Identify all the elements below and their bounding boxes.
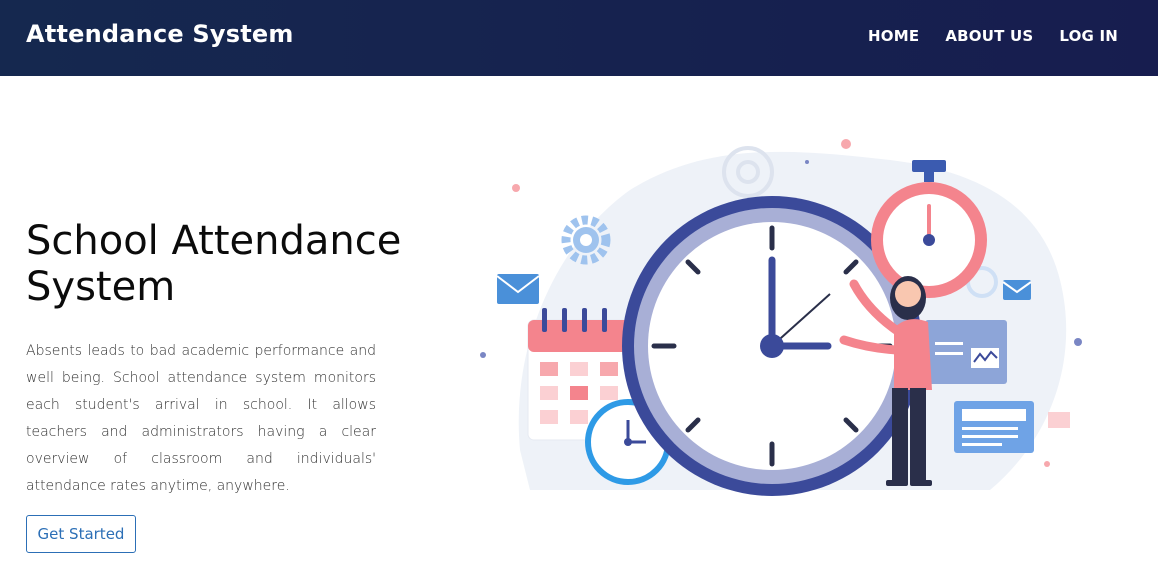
decor-dot [805,160,809,164]
get-started-button[interactable]: Get Started [26,515,136,553]
document-card-icon [954,401,1034,453]
nav-home-link[interactable]: HOME [868,27,919,45]
nav-about-link[interactable]: ABOUT US [945,27,1033,45]
envelope-icon [1002,280,1032,300]
envelope-icon [496,274,540,304]
hero-title: School Attendance System [26,218,402,310]
decor-dot [512,184,520,192]
decor-dot [1044,461,1050,467]
nav-links: HOME ABOUT US LOG IN [868,27,1118,45]
decor-dot [1074,338,1082,346]
hero-illustration [470,120,1110,520]
navbar: Attendance System HOME ABOUT US LOG IN [0,0,1158,76]
decor-dot [841,139,851,149]
hero-description: Absents leads to bad academic performanc… [26,343,376,494]
brand-logo[interactable]: Attendance System [26,20,294,48]
decor-dot [480,352,486,358]
attendance-illustration-svg [480,139,1082,496]
nav-login-link[interactable]: LOG IN [1059,27,1118,45]
chart-card-icon [925,320,1007,384]
decor-rect [1048,412,1070,428]
